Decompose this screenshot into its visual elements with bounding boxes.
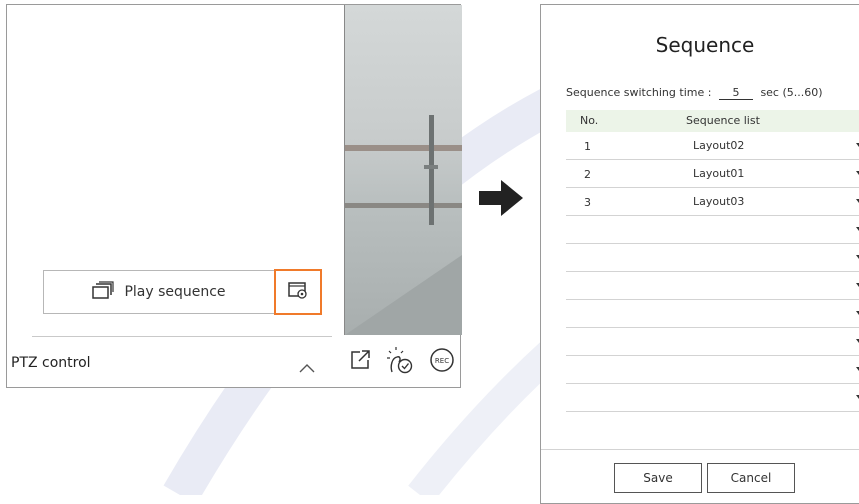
row-number: 3 <box>584 196 591 209</box>
live-view-panel: Play sequence PTZ control REC <box>6 4 462 388</box>
arrow-right-icon <box>479 178 523 222</box>
sequence-icon <box>92 281 115 303</box>
sequence-settings-button[interactable] <box>274 269 322 315</box>
dialog-title: Sequence <box>655 33 755 57</box>
switching-time-row: Sequence switching time : 5 sec (5...60) <box>566 86 823 100</box>
table-row[interactable] <box>566 384 859 412</box>
camera-view[interactable] <box>344 5 462 335</box>
switching-time-label: Sequence switching time : <box>566 86 712 99</box>
alarm-check-icon[interactable] <box>387 346 413 378</box>
settings-icon <box>287 280 309 304</box>
table-row[interactable] <box>566 244 859 272</box>
cancel-button[interactable]: Cancel <box>707 463 795 493</box>
chevron-up-icon[interactable] <box>299 358 315 377</box>
table-row[interactable] <box>566 216 859 244</box>
table-row[interactable] <box>566 272 859 300</box>
switching-time-input[interactable]: 5 <box>718 86 753 100</box>
row-number: 1 <box>584 140 591 153</box>
table-row[interactable]: 2 Layout01 <box>566 160 859 188</box>
column-header-sequence-list: Sequence list <box>686 114 760 127</box>
layout-select[interactable]: Layout01 <box>693 167 744 180</box>
popout-icon[interactable] <box>349 349 371 375</box>
footer-divider <box>541 449 859 450</box>
switching-time-unit: sec (5...60) <box>760 86 823 99</box>
ptz-control-label: PTZ control <box>11 355 91 371</box>
layout-select[interactable]: Layout02 <box>693 139 744 152</box>
play-sequence-label: Play sequence <box>124 284 226 300</box>
play-sequence-button[interactable]: Play sequence <box>43 269 322 315</box>
sequence-table: 1 Layout02 2 Layout01 3 Layout03 <box>566 132 859 412</box>
toolbar: REC <box>349 346 455 378</box>
column-header-no: No. <box>580 114 599 127</box>
table-header: No. Sequence list <box>566 110 859 132</box>
record-icon[interactable]: REC <box>429 347 455 377</box>
table-row[interactable] <box>566 356 859 384</box>
sequence-dialog: Sequence Sequence switching time : 5 sec… <box>540 4 859 504</box>
rec-label: REC <box>435 357 449 365</box>
table-row[interactable]: 1 Layout02 <box>566 132 859 160</box>
save-button[interactable]: Save <box>614 463 702 493</box>
table-row[interactable]: 3 Layout03 <box>566 188 859 216</box>
layout-select[interactable]: Layout03 <box>693 195 744 208</box>
table-row[interactable] <box>566 300 859 328</box>
table-row[interactable] <box>566 328 859 356</box>
camera-image <box>345 115 462 335</box>
divider <box>32 336 332 337</box>
row-number: 2 <box>584 168 591 181</box>
